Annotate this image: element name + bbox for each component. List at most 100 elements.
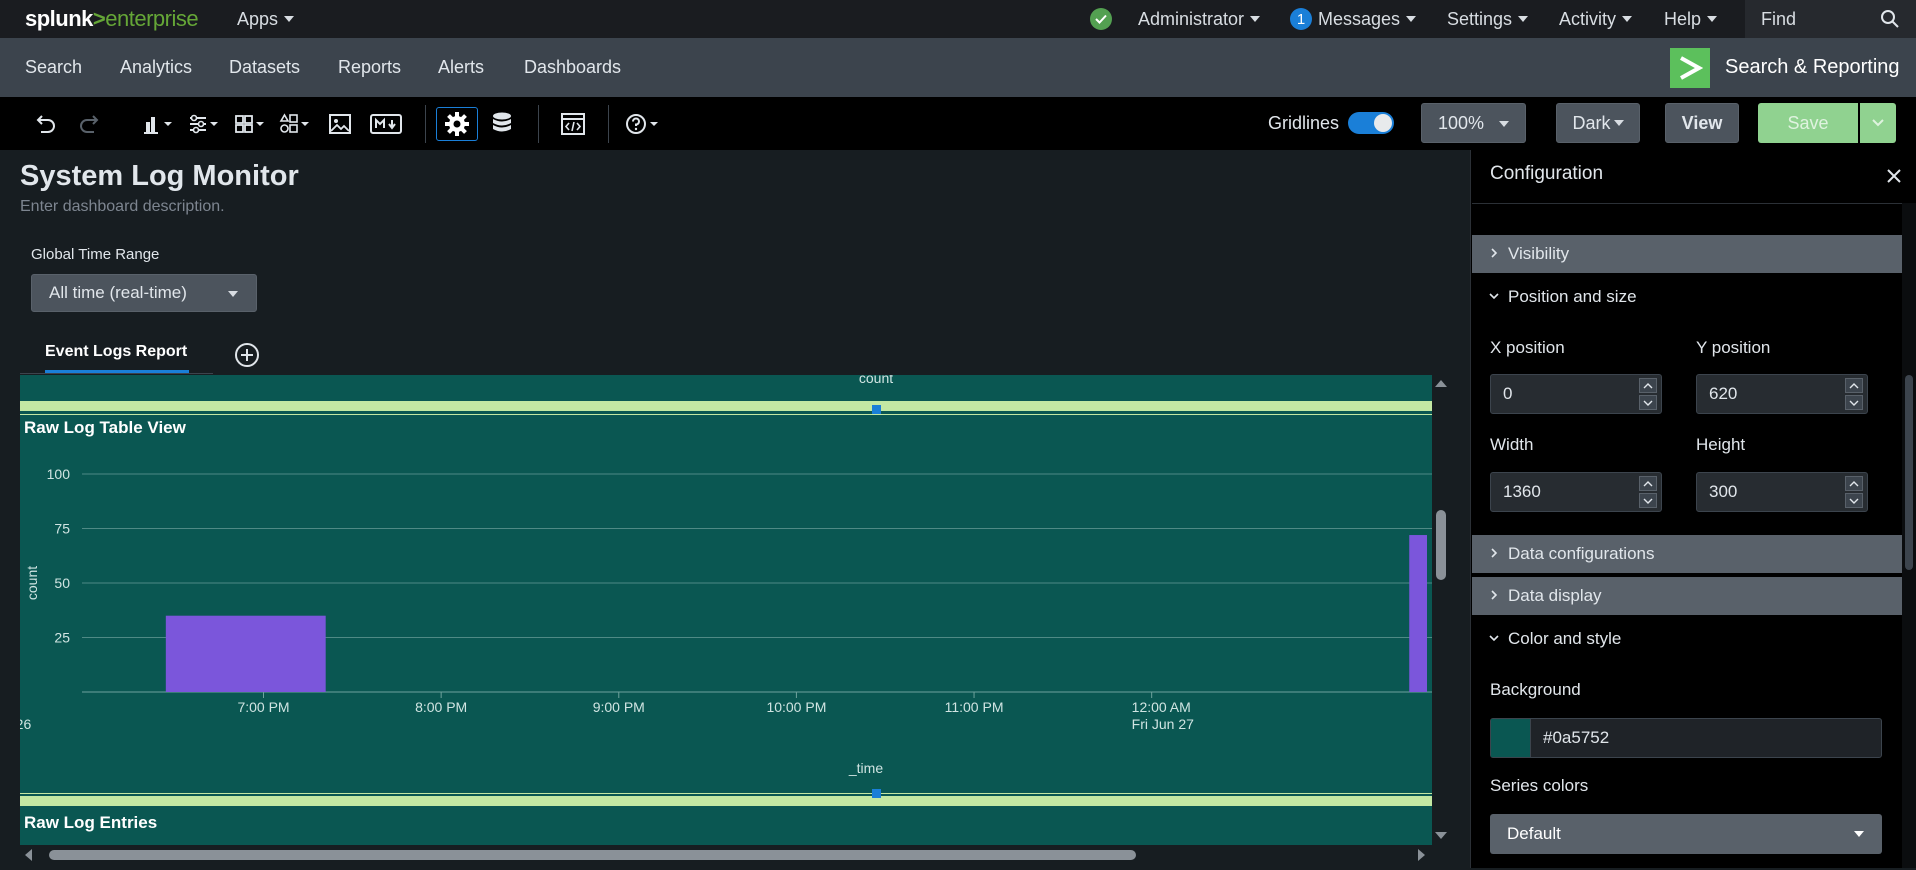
section-color-style[interactable]: Color and style xyxy=(1472,620,1902,658)
splunk-logo[interactable]: splunk>enterprise xyxy=(25,6,199,32)
find-input[interactable]: Find xyxy=(1745,0,1916,38)
scroll-thumb[interactable] xyxy=(1436,510,1446,580)
messages-badge: 1 xyxy=(1290,8,1312,30)
filter-controls-icon[interactable] xyxy=(186,107,226,141)
tab-event-logs-report[interactable]: Event Logs Report xyxy=(45,343,187,361)
increment-icon[interactable] xyxy=(1845,378,1863,393)
app-logo-icon xyxy=(1670,48,1710,88)
height-input[interactable]: 300 xyxy=(1696,472,1868,512)
redo-icon[interactable] xyxy=(75,107,105,141)
apps-label: Apps xyxy=(237,8,279,29)
time-range-picker[interactable]: All time (real-time) xyxy=(31,274,257,312)
nav-dashboards[interactable]: Dashboards xyxy=(524,38,621,97)
height-value: 300 xyxy=(1709,482,1738,501)
close-icon[interactable] xyxy=(1884,166,1904,186)
nav-reports[interactable]: Reports xyxy=(338,38,401,97)
scroll-left-icon[interactable] xyxy=(25,849,32,861)
add-tab-icon[interactable] xyxy=(234,342,260,368)
x-tick-label: 10:00 PM xyxy=(766,699,826,715)
resize-handle-top[interactable] xyxy=(20,401,1432,411)
resize-handle-bottom[interactable] xyxy=(20,796,1432,806)
decrement-icon[interactable] xyxy=(1845,395,1863,410)
canvas-horizontal-scrollbar[interactable] xyxy=(20,845,1432,865)
y-tick-label: 75 xyxy=(54,521,70,537)
panel-title-raw-entries: Raw Log Entries xyxy=(24,813,157,832)
messages-menu[interactable]: 1 Messages xyxy=(1290,0,1417,38)
search-icon[interactable] xyxy=(1880,9,1900,29)
width-input[interactable]: 1360 xyxy=(1490,472,1662,512)
decrement-icon[interactable] xyxy=(1639,395,1657,410)
x-position-input[interactable]: 0 xyxy=(1490,374,1662,414)
view-button[interactable]: View xyxy=(1665,103,1739,143)
scroll-thumb[interactable] xyxy=(49,850,1136,860)
dashboard-panels[interactable]: count Raw Log Table View 255075100countM… xyxy=(20,375,1432,845)
scroll-down-icon[interactable] xyxy=(1435,832,1447,839)
save-button[interactable]: Save xyxy=(1758,103,1858,143)
color-swatch[interactable] xyxy=(1491,719,1531,757)
chevron-right-icon xyxy=(1491,248,1498,258)
gridlines-toggle[interactable] xyxy=(1348,112,1394,134)
nav-analytics[interactable]: Analytics xyxy=(120,38,192,97)
save-options-button[interactable] xyxy=(1860,103,1896,143)
section-data-configurations[interactable]: Data configurations xyxy=(1472,535,1902,573)
activity-menu[interactable]: Activity xyxy=(1559,0,1633,38)
scroll-up-icon[interactable] xyxy=(1435,380,1447,387)
user-menu[interactable]: Administrator xyxy=(1138,0,1261,38)
scroll-right-icon[interactable] xyxy=(1418,849,1425,861)
background-color-input[interactable]: #0a5752 xyxy=(1490,718,1882,758)
apps-menu[interactable]: Apps xyxy=(237,0,295,38)
top-axis-label: count xyxy=(859,375,893,386)
nav-alerts[interactable]: Alerts xyxy=(438,38,484,97)
undo-icon[interactable] xyxy=(30,107,60,141)
dashboard-description[interactable]: Enter dashboard description. xyxy=(20,198,225,216)
settings-label: Settings xyxy=(1447,8,1513,29)
section-visibility[interactable]: Visibility xyxy=(1472,235,1902,273)
section-data-display[interactable]: Data display xyxy=(1472,577,1902,615)
nav-datasets[interactable]: Datasets xyxy=(229,38,300,97)
decrement-icon[interactable] xyxy=(1639,493,1657,508)
theme-select[interactable]: Dark xyxy=(1556,103,1640,143)
shapes-icon[interactable] xyxy=(277,107,317,141)
page-title[interactable]: System Log Monitor xyxy=(20,160,299,193)
panel-edge xyxy=(20,414,1432,415)
increment-icon[interactable] xyxy=(1639,476,1657,491)
x-tick-sublabel: Fri Jun 27 xyxy=(1132,716,1194,732)
y-tick-label: 100 xyxy=(47,466,71,482)
chevron-down-icon xyxy=(1489,635,1499,642)
chart-icon[interactable] xyxy=(140,107,180,141)
increment-icon[interactable] xyxy=(1639,378,1657,393)
nav-search[interactable]: Search xyxy=(25,38,82,97)
resize-grip[interactable] xyxy=(872,405,881,414)
series-colors-select[interactable]: Default xyxy=(1490,814,1882,854)
y-position-input[interactable]: 620 xyxy=(1696,374,1868,414)
width-value: 1360 xyxy=(1503,482,1541,501)
find-label: Find xyxy=(1761,8,1797,29)
chevron-down-icon xyxy=(1707,16,1718,22)
health-status[interactable] xyxy=(1090,0,1112,38)
panel-divider xyxy=(1472,203,1902,204)
layout-grid-icon[interactable] xyxy=(232,107,272,141)
logo-sep: > xyxy=(92,6,106,31)
help-circle-icon[interactable] xyxy=(622,107,664,141)
canvas-vertical-scrollbar[interactable] xyxy=(1432,375,1450,845)
time-range-label: Global Time Range xyxy=(31,246,160,263)
image-icon[interactable] xyxy=(325,107,355,141)
bar xyxy=(165,615,326,692)
resize-grip[interactable] xyxy=(872,789,881,798)
x-tick-label: 8:00 PM xyxy=(415,699,467,715)
source-code-icon[interactable] xyxy=(558,107,588,141)
increment-icon[interactable] xyxy=(1845,476,1863,491)
configuration-title: Configuration xyxy=(1490,163,1604,184)
x-axis-title: _time xyxy=(848,760,883,776)
settings-gear-icon[interactable] xyxy=(436,107,478,141)
x-position-value: 0 xyxy=(1503,384,1513,403)
help-menu[interactable]: Help xyxy=(1664,0,1718,38)
decrement-icon[interactable] xyxy=(1845,493,1863,508)
settings-menu[interactable]: Settings xyxy=(1447,0,1529,38)
zoom-select[interactable]: 100% xyxy=(1421,103,1526,143)
config-scrollbar-thumb[interactable] xyxy=(1905,375,1913,570)
markdown-icon[interactable] xyxy=(368,107,404,141)
section-position-size[interactable]: Position and size xyxy=(1472,278,1902,316)
database-icon[interactable] xyxy=(487,107,517,141)
x-tick-sublabel: n 26 xyxy=(20,716,31,732)
